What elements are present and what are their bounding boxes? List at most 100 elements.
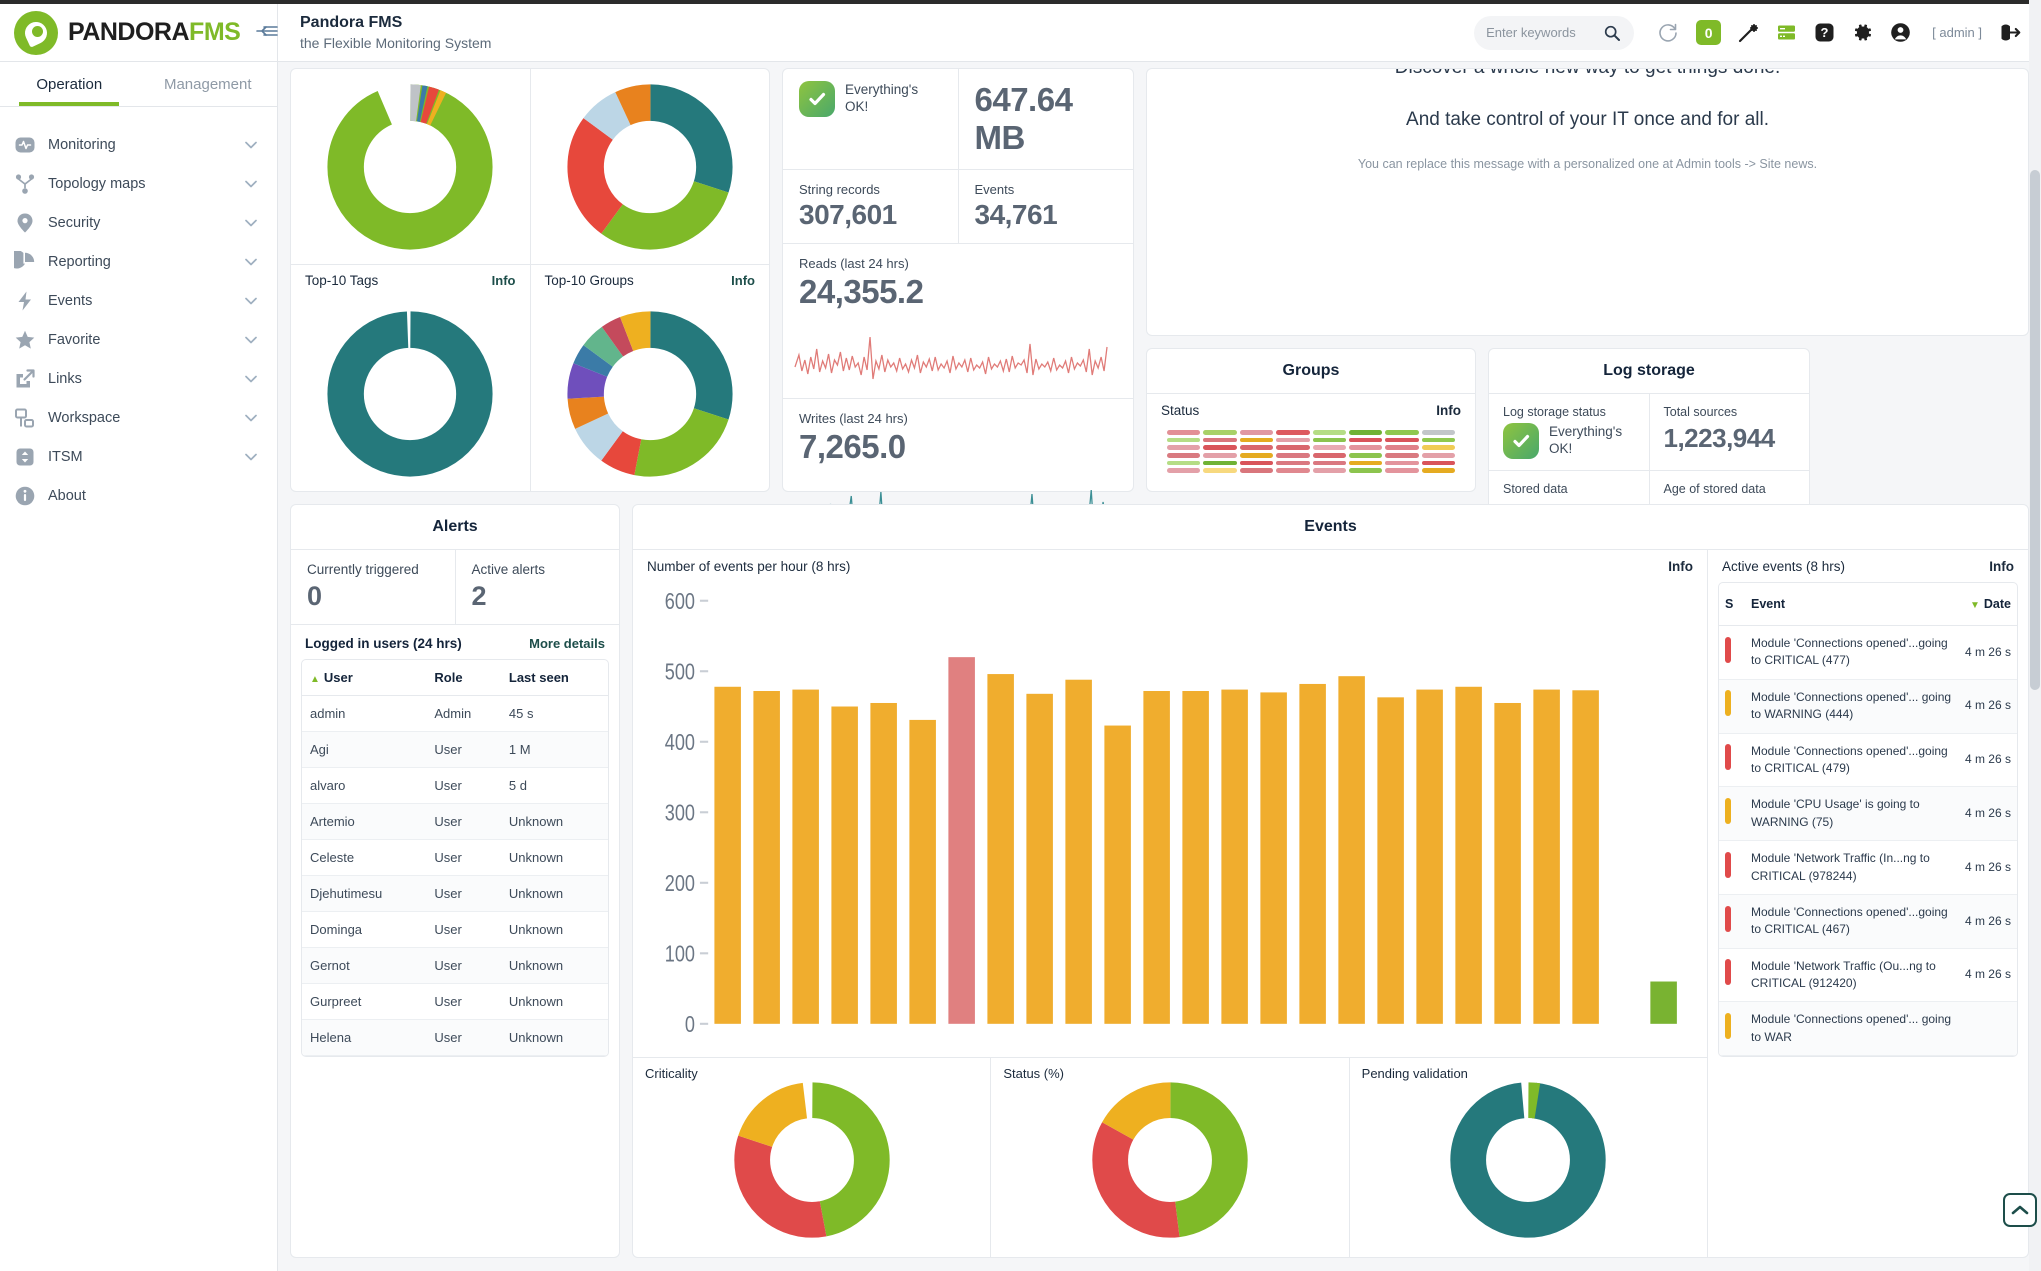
heatmap-cell[interactable] (1167, 460, 1201, 466)
table-row[interactable]: Gernot User Unknown (302, 947, 608, 984)
bar[interactable] (1377, 697, 1404, 1024)
heatmap-cell[interactable] (1348, 445, 1383, 450)
heatmap-cell[interactable] (1421, 468, 1455, 473)
heatmap-cell[interactable] (1276, 430, 1310, 435)
table-row[interactable]: Module 'Connections opened'... going to … (1719, 679, 2017, 734)
bar[interactable] (831, 706, 858, 1024)
chevron-down-icon[interactable] (245, 216, 257, 230)
table-row[interactable]: alvaro User 5 d (302, 767, 608, 804)
bar[interactable] (1299, 683, 1326, 1024)
sidebar-item-itsm[interactable]: ITSM (0, 437, 277, 476)
heatmap-cell[interactable] (1312, 437, 1346, 443)
heatmap-cell[interactable] (1348, 430, 1383, 435)
bar[interactable] (1260, 692, 1287, 1024)
heatmap-cell[interactable] (1421, 452, 1455, 458)
sidebar-item-workspace[interactable]: Workspace (0, 398, 277, 437)
heatmap-cell[interactable] (1276, 452, 1310, 458)
bar[interactable] (792, 689, 819, 1024)
heatmap-cell[interactable] (1239, 437, 1274, 443)
filter-triangle-icon[interactable]: ▼ (1970, 600, 1980, 611)
sidebar-item-reporting[interactable]: Reporting (0, 242, 277, 281)
sidebar-item-events[interactable]: Events (0, 281, 277, 320)
sidebar-collapse-icon[interactable] (256, 21, 279, 44)
scroll-to-top-button[interactable] (2003, 1193, 2037, 1227)
more-details-link[interactable]: More details (529, 636, 605, 651)
heatmap-cell[interactable] (1203, 437, 1237, 443)
heatmap-cell[interactable] (1312, 468, 1346, 473)
events-bar-chart[interactable]: 0 100 200 300 400 500 600 (633, 574, 1707, 1057)
pending-validation-donut[interactable] (1350, 1081, 1707, 1257)
table-row[interactable]: Agi User 1 M (302, 731, 608, 768)
events-col-event[interactable]: Event (1745, 583, 1959, 626)
gear-settings-icon[interactable] (1852, 22, 1873, 43)
heatmap-cell[interactable] (1312, 430, 1346, 435)
heatmap-cell[interactable] (1203, 468, 1237, 473)
bar[interactable] (1572, 690, 1599, 1024)
sidebar-item-about[interactable]: About (0, 476, 277, 515)
user-avatar-icon[interactable] (1890, 22, 1911, 43)
table-row[interactable]: Gurpreet User Unknown (302, 983, 608, 1020)
search-icon[interactable] (1604, 25, 1621, 41)
table-row[interactable]: Module 'Connections opened'...going to C… (1719, 625, 2017, 680)
heatmap-cell[interactable] (1239, 460, 1274, 466)
sidebar-item-favorite[interactable]: Favorite (0, 320, 277, 359)
tab-operation[interactable]: Operation (0, 62, 139, 106)
status-percent-donut[interactable] (991, 1081, 1348, 1257)
sidebar-item-security[interactable]: Security (0, 203, 277, 242)
sidebar-item-monitoring[interactable]: Monitoring (0, 125, 277, 164)
bar[interactable] (1338, 676, 1365, 1024)
table-row[interactable]: Module 'Connections opened'...going to C… (1719, 733, 2017, 788)
bar[interactable] (1065, 679, 1092, 1024)
table-row[interactable]: Djehutimesu User Unknown (302, 875, 608, 912)
events-chart-info-link[interactable]: Info (1668, 559, 1693, 574)
chevron-down-icon[interactable] (245, 177, 257, 191)
heatmap-cell[interactable] (1276, 445, 1310, 450)
groups-status-heatmap[interactable] (1147, 422, 1475, 491)
bar[interactable] (753, 690, 780, 1024)
heatmap-cell[interactable] (1312, 460, 1346, 466)
servers-stack-icon[interactable] (1776, 22, 1797, 43)
heatmap-cell[interactable] (1239, 430, 1274, 435)
heatmap-cell[interactable] (1312, 445, 1346, 450)
heatmap-cell[interactable] (1203, 460, 1237, 466)
table-row[interactable]: Module 'Connections opened'...going to C… (1719, 894, 2017, 949)
top10-groups-donut[interactable] (531, 296, 770, 491)
heatmap-cell[interactable] (1276, 460, 1310, 466)
bar[interactable] (1182, 690, 1209, 1024)
top10-tags-donut[interactable] (291, 296, 530, 491)
heatmap-cell[interactable] (1167, 468, 1201, 473)
heatmap-cell[interactable] (1203, 445, 1237, 450)
events-col-severity[interactable]: S (1719, 583, 1745, 626)
active-events-info-link[interactable]: Info (1989, 559, 2014, 574)
heatmap-cell[interactable] (1421, 445, 1455, 450)
notification-count-badge[interactable]: 0 (1696, 20, 1722, 45)
chevron-down-icon[interactable] (245, 450, 257, 464)
search-input[interactable] (1486, 25, 1599, 40)
table-row[interactable]: Celeste User Unknown (302, 839, 608, 876)
heatmap-cell[interactable] (1421, 437, 1455, 443)
table-row[interactable]: Module 'CPU Usage' is going to WARNING (… (1719, 786, 2017, 842)
heatmap-cell[interactable] (1203, 452, 1237, 458)
bar[interactable] (1416, 689, 1443, 1024)
table-row[interactable]: Module 'Network Traffic (Ou...ng to CRIT… (1719, 948, 2017, 1003)
chevron-down-icon[interactable] (245, 255, 257, 269)
bar[interactable] (1533, 689, 1560, 1024)
page-scrollbar-thumb[interactable] (2030, 170, 2040, 690)
users-col-role[interactable]: Role (426, 660, 501, 696)
heatmap-cell[interactable] (1239, 468, 1274, 473)
chevron-down-icon[interactable] (245, 138, 257, 152)
page-scrollbar-track[interactable] (2029, 0, 2041, 1271)
heatmap-cell[interactable] (1385, 430, 1419, 435)
bar[interactable] (870, 702, 897, 1024)
bar[interactable] (1104, 725, 1131, 1024)
bar[interactable] (987, 674, 1014, 1024)
table-row[interactable]: Module 'Network Traffic (In...ng to CRIT… (1719, 840, 2017, 895)
sidebar-item-links[interactable]: Links (0, 359, 277, 398)
tab-management[interactable]: Management (139, 62, 278, 106)
wizard-wand-icon[interactable] (1738, 22, 1759, 43)
criticality-donut[interactable] (633, 1081, 990, 1257)
sidebar-item-topology-maps[interactable]: Topology maps (0, 164, 277, 203)
bar[interactable] (1026, 693, 1053, 1024)
heatmap-cell[interactable] (1385, 468, 1419, 473)
heatmap-cell[interactable] (1203, 430, 1237, 435)
